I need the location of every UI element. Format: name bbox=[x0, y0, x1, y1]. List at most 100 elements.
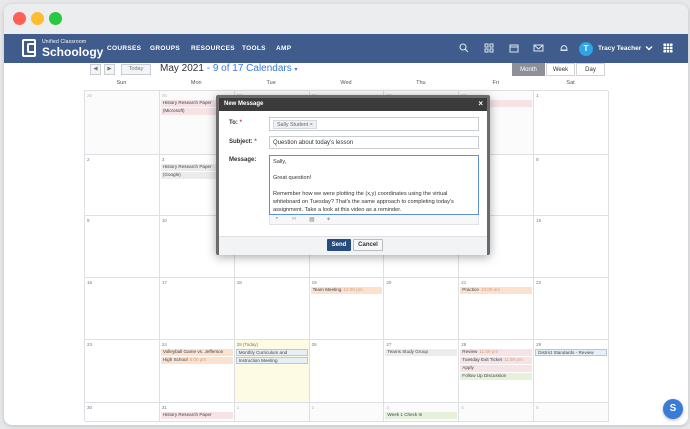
next-month-button[interactable]: ▶ bbox=[104, 64, 115, 75]
event-title: History Research Paper bbox=[162, 412, 212, 417]
calendar-day-cell[interactable]: 17 bbox=[159, 278, 235, 340]
calendar-event[interactable]: Week 1 Check In bbox=[385, 412, 458, 419]
recipient-field[interactable]: Sally Student × bbox=[269, 117, 479, 131]
pin-icon[interactable]: ✦ bbox=[326, 216, 331, 223]
calendar-day-cell[interactable]: 31 History Research Paper bbox=[159, 403, 235, 422]
calendar-day-cell[interactable]: 8 bbox=[534, 155, 609, 216]
calendar-icon[interactable] bbox=[508, 43, 519, 54]
avatar[interactable]: T bbox=[579, 42, 593, 56]
day-number: 28 bbox=[461, 342, 467, 347]
calendar-event[interactable]: History Research Paper bbox=[160, 412, 233, 419]
user-name[interactable]: Tracy Teacher bbox=[598, 45, 641, 52]
help-button[interactable]: S bbox=[663, 399, 683, 419]
nav-courses[interactable]: COURSES bbox=[107, 45, 141, 52]
calendar-day-cell[interactable]: 19 Team Meeting 12:00 pm bbox=[309, 278, 385, 340]
event-time: 11:59 pm bbox=[503, 357, 523, 362]
calendar-event[interactable]: Apply bbox=[460, 365, 533, 372]
calendars-filter[interactable]: 9 of 17 Calendars bbox=[213, 63, 292, 74]
day-number: 30 bbox=[87, 405, 93, 410]
calendar-day-cell[interactable]: 25 (Today) Monthly Curriculum and Instruct… bbox=[234, 340, 310, 403]
nav-groups[interactable]: GROUPS bbox=[150, 45, 180, 52]
calendar-event[interactable]: Review 11:59 pm bbox=[460, 349, 533, 356]
event-time: 12:00 pm bbox=[343, 287, 363, 292]
calendar-day-cell[interactable]: 1 bbox=[534, 91, 609, 155]
close-icon[interactable]: × bbox=[478, 99, 483, 108]
bell-icon[interactable] bbox=[558, 43, 569, 54]
calendar-day-cell[interactable]: 16 bbox=[85, 278, 160, 340]
message-body[interactable]: Sally, Great question! Remember how we wer… bbox=[269, 155, 479, 215]
calendar-event[interactable]: Teams Study Group bbox=[385, 349, 458, 356]
calendar-day-cell[interactable]: 3 Week 1 Check In bbox=[384, 403, 460, 422]
event-title: Tuesday Exit Ticket bbox=[462, 357, 502, 362]
calendar-day-cell[interactable]: 15 bbox=[534, 216, 609, 278]
calendar-day-cell[interactable]: 22 bbox=[534, 278, 609, 340]
day-number: 4 bbox=[461, 405, 464, 410]
subject-field[interactable]: Question about today's lesson bbox=[269, 136, 479, 149]
calendar-event[interactable]: Monthly Curriculum and bbox=[235, 349, 308, 356]
calendar-day-cell[interactable]: 4 bbox=[459, 403, 535, 422]
search-icon[interactable] bbox=[458, 43, 469, 54]
calendar-day-cell[interactable]: 20 bbox=[384, 278, 460, 340]
calendar-day-cell[interactable]: 5 bbox=[534, 403, 609, 422]
calendar-event[interactable]: Volleyball Game vs. Jefferson bbox=[160, 349, 233, 356]
to-label: To: * bbox=[229, 120, 242, 126]
calendar-day-cell[interactable]: 25 bbox=[85, 91, 160, 155]
recipient-token: Sally Student × bbox=[273, 120, 317, 129]
calendar-day-cell[interactable]: 27 Teams Study Group bbox=[384, 340, 460, 403]
mail-icon[interactable] bbox=[533, 43, 544, 54]
month-label: May 2021 bbox=[160, 63, 204, 74]
calendar-day-cell[interactable]: 21 Practice 10:00 am bbox=[459, 278, 535, 340]
grid-icon[interactable] bbox=[483, 43, 494, 54]
calendar-event[interactable]: High School 5:00 pm bbox=[160, 357, 233, 364]
view-month-button[interactable]: Month bbox=[512, 63, 545, 76]
calendar-day-cell[interactable]: 29 District Standards - Review bbox=[534, 340, 609, 403]
calendar-event[interactable]: Instruction Meeting bbox=[235, 357, 308, 364]
logo-title[interactable]: Schoology bbox=[42, 45, 103, 59]
calendar-day-cell[interactable]: 24 Volleyball Game vs. Jefferson High Scho… bbox=[159, 340, 235, 403]
calendar-day-cell[interactable]: 2 bbox=[309, 403, 385, 422]
view-week-button[interactable]: Week bbox=[546, 63, 575, 76]
calendar-day-cell[interactable]: 9 bbox=[85, 216, 160, 278]
remove-recipient-icon[interactable]: × bbox=[310, 122, 313, 128]
close-window-button[interactable] bbox=[13, 12, 26, 25]
window-titlebar bbox=[4, 4, 688, 34]
event-title: Teams Study Group bbox=[387, 349, 429, 354]
schoology-logo-icon[interactable] bbox=[22, 39, 36, 57]
calendar-day-cell[interactable]: 26 bbox=[309, 340, 385, 403]
calendar-day-cell[interactable]: 18 bbox=[234, 278, 310, 340]
calendar-event[interactable]: Team Meeting 12:00 pm bbox=[310, 287, 383, 294]
calendar-event[interactable]: Follow Up Discussion bbox=[460, 373, 533, 380]
calendar-event[interactable]: District Standards - Review bbox=[535, 349, 607, 356]
message-line: assignment. Take a look at this video as… bbox=[273, 207, 402, 213]
event-title: Monthly Curriculum and bbox=[238, 350, 288, 355]
link-icon[interactable]: ∞ bbox=[292, 216, 296, 222]
day-number: 10 bbox=[161, 218, 167, 223]
prev-month-button[interactable]: ◀ bbox=[90, 64, 101, 75]
send-button[interactable]: Send bbox=[327, 239, 351, 251]
attachment-icon[interactable]: ◓ bbox=[275, 216, 279, 222]
calendar-event[interactable]: Practice 10:00 am bbox=[460, 287, 533, 294]
resource-icon[interactable]: ▦ bbox=[309, 216, 315, 223]
calendar-day-cell[interactable]: 23 bbox=[85, 340, 160, 403]
minimize-window-button[interactable] bbox=[31, 12, 44, 25]
chevron-down-icon[interactable]: ▾ bbox=[295, 67, 298, 73]
nav-resources[interactable]: RESOURCES bbox=[191, 45, 235, 52]
chevron-down-icon[interactable] bbox=[643, 43, 654, 54]
calendar-event[interactable]: Tuesday Exit Ticket 11:59 pm bbox=[460, 357, 533, 364]
calendar-day-cell[interactable]: 2 bbox=[85, 155, 160, 216]
nav-amp[interactable]: AMP bbox=[276, 45, 291, 52]
cancel-button[interactable]: Cancel bbox=[353, 239, 383, 251]
today-button[interactable]: Today bbox=[121, 64, 151, 75]
apps-icon[interactable] bbox=[662, 43, 673, 54]
day-number: 3 bbox=[386, 405, 389, 410]
maximize-window-button[interactable] bbox=[49, 12, 62, 25]
calendar-day-cell[interactable]: 30 bbox=[85, 403, 160, 422]
day-number: 5 bbox=[536, 405, 539, 410]
nav-tools[interactable]: TOOLS bbox=[242, 45, 266, 52]
calendar-day-cell[interactable]: 28 Review 11:59 pm Tuesday Exit Ticket 11:59… bbox=[459, 340, 535, 403]
event-title: Apply bbox=[462, 365, 474, 370]
day-number: 1 bbox=[236, 405, 240, 410]
calendar-day-cell[interactable]: 1 bbox=[234, 403, 310, 422]
view-day-button[interactable]: Day bbox=[576, 63, 605, 76]
day-number: 2 bbox=[311, 405, 315, 410]
